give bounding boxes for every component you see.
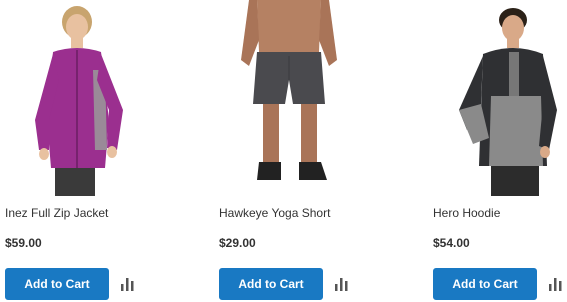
product-price: $59.00 xyxy=(5,236,42,250)
product-card: Hawkeye Yoga Short $29.00 Add to Cart xyxy=(219,0,359,302)
product-price: $54.00 xyxy=(433,236,470,250)
compare-icon[interactable] xyxy=(333,276,351,292)
product-card: Hero Hoodie $54.00 Add to Cart xyxy=(433,0,567,302)
product-card: Inez Full Zip Jacket $59.00 Add to Cart xyxy=(5,0,145,302)
product-name[interactable]: Hero Hoodie xyxy=(433,206,500,220)
product-grid: Inez Full Zip Jacket $59.00 Add to Cart xyxy=(0,0,567,302)
product-image-inez-jacket[interactable] xyxy=(5,0,145,196)
compare-icon[interactable] xyxy=(547,276,565,292)
add-to-cart-button[interactable]: Add to Cart xyxy=(5,268,109,300)
add-to-cart-button[interactable]: Add to Cart xyxy=(433,268,537,300)
product-image-hawkeye-short[interactable] xyxy=(219,0,359,196)
product-name[interactable]: Inez Full Zip Jacket xyxy=(5,206,108,220)
add-to-cart-button[interactable]: Add to Cart xyxy=(219,268,323,300)
product-price: $29.00 xyxy=(219,236,256,250)
product-image-hero-hoodie[interactable] xyxy=(433,0,567,196)
product-name[interactable]: Hawkeye Yoga Short xyxy=(219,206,330,220)
compare-icon[interactable] xyxy=(119,276,137,292)
